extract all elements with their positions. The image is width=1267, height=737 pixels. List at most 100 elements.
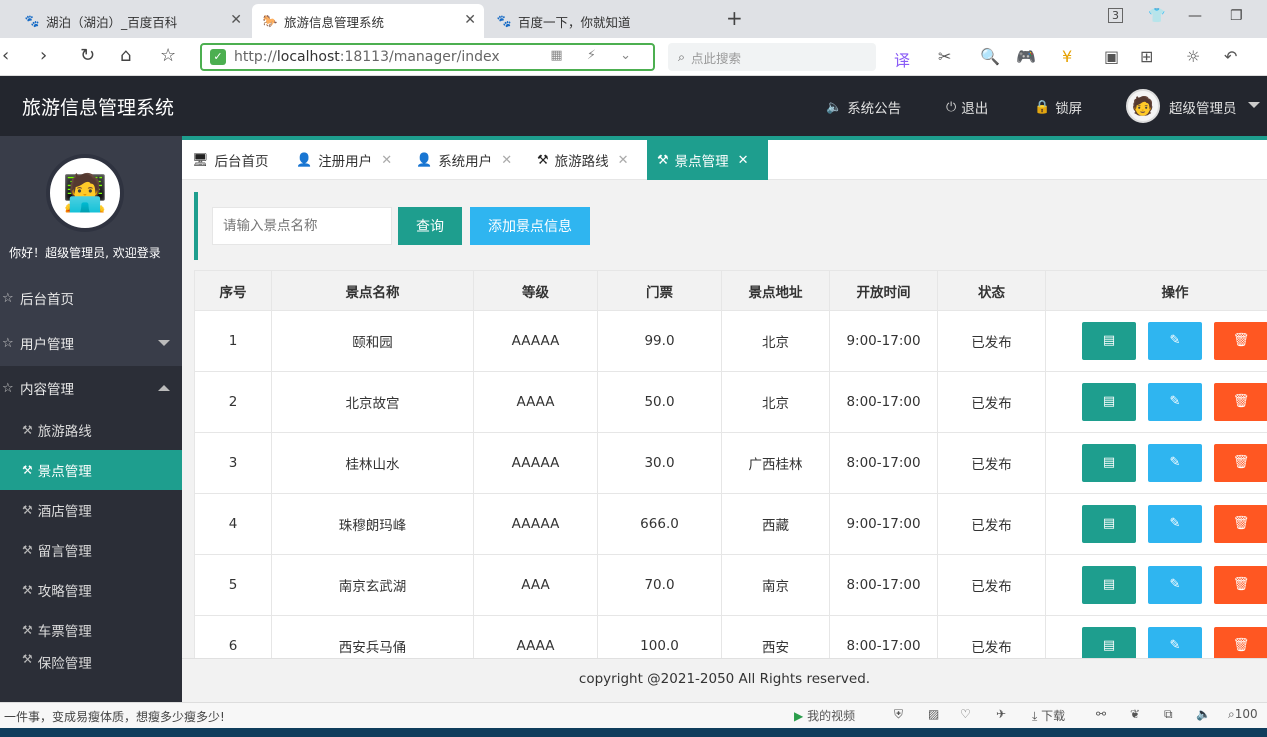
os-taskbar <box>0 728 1267 737</box>
delete-button[interactable]: 🗑 <box>1214 383 1267 421</box>
window-icon[interactable]: ⧉ <box>1164 707 1173 722</box>
tab-label: 注册用户 <box>318 154 373 170</box>
cell-index: 1 <box>194 310 272 372</box>
view-button[interactable]: ▤ <box>1082 505 1136 543</box>
video-label: 我的视频 <box>807 709 856 723</box>
sidebar-item-content[interactable]: ☆ 内容管理 <box>0 366 182 410</box>
browser-tab-baike[interactable]: 🐾 湖泊（湖泊）_百度百科 ✕ <box>14 4 250 38</box>
leaf-icon[interactable]: ❦ <box>1130 707 1140 721</box>
file-icon: ▤ <box>1102 333 1116 348</box>
apps-icon[interactable]: ⊞ <box>1140 47 1153 66</box>
shirt-icon[interactable]: 👕 <box>1148 8 1165 24</box>
tab-count-badge[interactable]: 3 <box>1108 8 1123 23</box>
browser-tab-baidu[interactable]: 🐾 百度一下，你就知道 <box>486 4 718 38</box>
reader-icon[interactable]: ▣ <box>1104 47 1119 66</box>
tab-routes[interactable]: ⚒ 旅游路线 ✕ <box>527 140 639 180</box>
reload-icon[interactable]: ↻ <box>80 45 95 66</box>
table-row: 2 北京故宫 AAAA 50.0 北京 8:00-17:00 已发布 ▤ ✎ 🗑 <box>194 371 1267 433</box>
chevron-down-icon[interactable] <box>1248 102 1260 108</box>
edit-button[interactable]: ✎ <box>1148 505 1202 543</box>
forward-icon[interactable]: › <box>40 45 47 66</box>
sidebar-item-home[interactable]: ☆ 后台首页 <box>0 276 182 320</box>
rocket-icon[interactable]: ✈ <box>996 707 1006 721</box>
edit-button[interactable]: ✎ <box>1148 566 1202 604</box>
browser-search-input[interactable]: ⌕ 点此搜索 <box>668 43 876 71</box>
sidebar-item-guides[interactable]: ⚒ 攻略管理 <box>0 570 182 610</box>
view-button[interactable]: ▤ <box>1082 627 1136 658</box>
delete-button[interactable]: 🗑 <box>1214 444 1267 482</box>
shield-icon[interactable]: ⛨ <box>894 707 903 722</box>
qr-icon[interactable]: ▦ ⚡ ⌄ <box>550 48 641 63</box>
delete-button[interactable]: 🗑 <box>1214 627 1267 658</box>
sidebar-item-routes[interactable]: ⚒ 旅游路线 <box>0 410 182 450</box>
content-submenu: ⚒ 旅游路线 ⚒ 景点管理 ⚒ 酒店管理 ⚒ 留言管理 ⚒ 攻略管理 ⚒ 车票管… <box>0 410 182 702</box>
play-icon: ▶ <box>794 709 804 723</box>
status-ad-text[interactable]: 一件事，变成易瘦体质，想瘦多少瘦多少! <box>4 708 225 725</box>
volume-icon[interactable]: 🔈 <box>1196 707 1211 721</box>
star-icon: ☆ <box>2 290 14 306</box>
translate-icon[interactable]: 译 <box>894 47 910 71</box>
tab-system-users[interactable]: 👤 系统用户 ✕ <box>406 140 522 180</box>
delete-button[interactable]: 🗑 <box>1214 505 1267 543</box>
add-scenic-button[interactable]: 添加景点信息 <box>470 207 590 245</box>
browser-tab-app[interactable]: 🐎 旅游信息管理系统 ✕ <box>252 4 484 38</box>
maximize-icon[interactable]: ❐ <box>1230 8 1243 24</box>
edit-button[interactable]: ✎ <box>1148 322 1202 360</box>
sidebar-item-scenic[interactable]: ⚒ 景点管理 <box>0 450 182 490</box>
close-icon[interactable]: ✕ <box>230 12 242 28</box>
minimize-icon[interactable]: — <box>1188 8 1202 24</box>
new-tab-icon[interactable]: + <box>726 6 743 30</box>
tools-icon: ⚒ <box>22 423 33 437</box>
download-link[interactable]: ⤓ 下载 <box>1032 707 1065 724</box>
cell-name: 北京故宫 <box>271 371 474 433</box>
close-icon[interactable]: ✕ <box>381 153 392 168</box>
close-icon[interactable]: ✕ <box>501 153 512 168</box>
star-icon[interactable]: ☆ <box>160 45 176 66</box>
coupon-icon[interactable]: ¥ <box>1062 47 1072 66</box>
edit-button[interactable]: ✎ <box>1148 627 1202 658</box>
sidebar-item-messages[interactable]: ⚒ 留言管理 <box>0 530 182 570</box>
download-icon: ⤓ <box>1032 709 1038 723</box>
browser-search-placeholder: 点此搜索 <box>691 50 742 66</box>
sidebar-item-users[interactable]: ☆ 用户管理 <box>0 321 182 365</box>
close-icon[interactable]: ✕ <box>618 153 629 168</box>
heart-icon[interactable]: ♡ <box>960 707 971 721</box>
back-icon[interactable]: ‹ <box>2 45 9 66</box>
home-icon[interactable]: ⌂ <box>120 45 131 66</box>
magnifier-icon[interactable]: 🔍 <box>980 47 1000 66</box>
scenic-name-input[interactable] <box>212 207 392 245</box>
close-icon[interactable]: ✕ <box>464 12 476 28</box>
logout-link[interactable]: ⏻ 退出 <box>946 97 988 118</box>
delete-button[interactable]: 🗑 <box>1214 566 1267 604</box>
tab-scenic[interactable]: ⚒ 景点管理 ✕ <box>647 140 768 180</box>
brightness-icon[interactable]: ☼ <box>1186 47 1200 66</box>
delete-button[interactable]: 🗑 <box>1214 322 1267 360</box>
scissors-icon[interactable]: ✂ <box>938 47 951 66</box>
sidebar-item-hotels[interactable]: ⚒ 酒店管理 <box>0 490 182 530</box>
view-button[interactable]: ▤ <box>1082 322 1136 360</box>
edit-button[interactable]: ✎ <box>1148 444 1202 482</box>
user-avatar[interactable]: 🧑 <box>1126 89 1160 123</box>
url-field[interactable]: ✓ http:// localhost :18113/manager/index… <box>200 43 655 71</box>
gamepad-icon[interactable]: 🎮 <box>1016 47 1036 66</box>
user-name[interactable]: 超级管理员 <box>1169 97 1237 117</box>
view-button[interactable]: ▤ <box>1082 383 1136 421</box>
zoom-control[interactable]: ⌕100 <box>1228 707 1258 722</box>
video-link[interactable]: ▶ 我的视频 <box>794 707 855 724</box>
lock-screen-link[interactable]: 🔒 锁屏 <box>1034 97 1082 118</box>
edit-button[interactable]: ✎ <box>1148 383 1202 421</box>
view-button[interactable]: ▤ <box>1082 566 1136 604</box>
query-button[interactable]: 查询 <box>398 207 462 245</box>
link-icon[interactable]: ⚯ <box>1096 707 1106 721</box>
view-button[interactable]: ▤ <box>1082 444 1136 482</box>
tab-home[interactable]: 🖥 后台首页 <box>182 140 279 180</box>
column-header: 状态 <box>937 270 1046 311</box>
undo-icon[interactable]: ↶ <box>1224 47 1237 66</box>
image-icon[interactable]: ▨ <box>928 707 939 721</box>
close-icon[interactable]: ✕ <box>738 153 749 168</box>
table-row: 5 南京玄武湖 AAA 70.0 南京 8:00-17:00 已发布 ▤ ✎ 🗑 <box>194 554 1267 616</box>
tab-registered-users[interactable]: 👤 注册用户 ✕ <box>286 140 402 180</box>
sidebar-item-tickets[interactable]: ⚒ 车票管理 <box>0 610 182 650</box>
notice-link[interactable]: 🔈 系统公告 <box>826 97 901 118</box>
sidebar-item-insurance[interactable]: ⚒ 保险管理 <box>0 650 182 670</box>
